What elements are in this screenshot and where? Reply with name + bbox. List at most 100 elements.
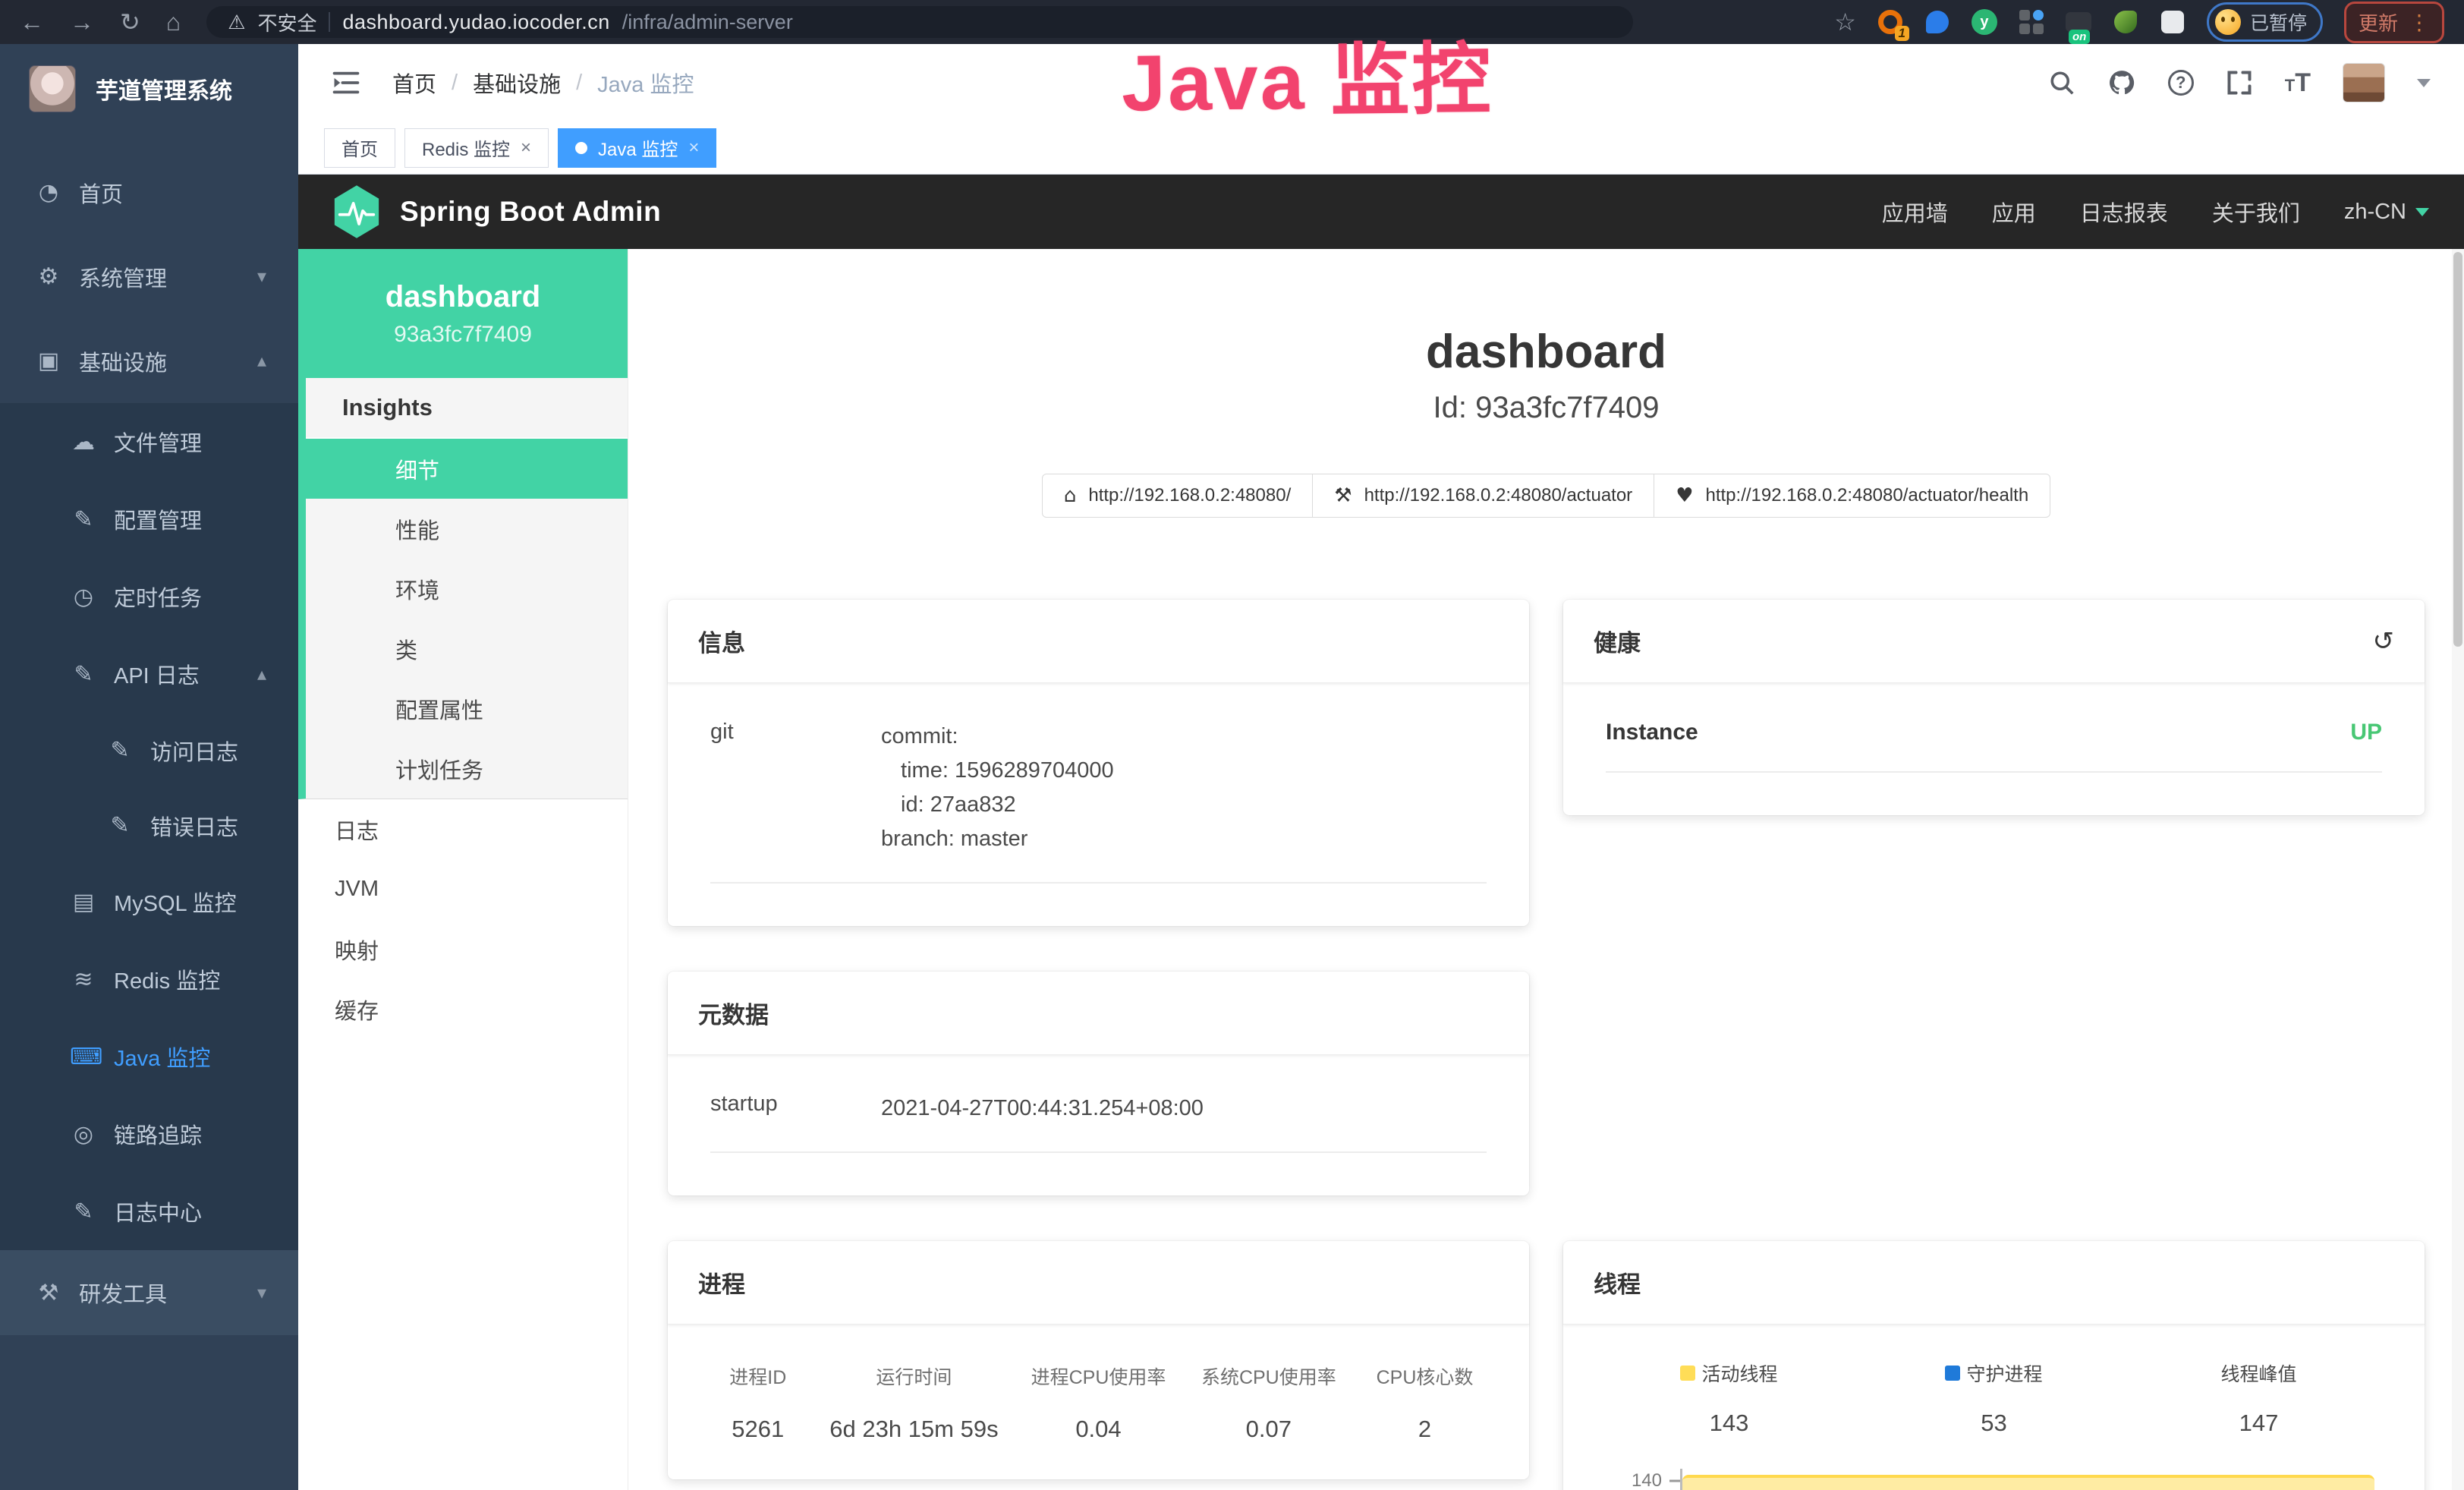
sidebar-item-config-mgmt[interactable]: 配置管理 xyxy=(0,480,298,558)
tab-redis-monitor[interactable]: Redis 监控× xyxy=(404,128,549,168)
active-dot xyxy=(575,142,587,154)
sidebar-item-tracing[interactable]: 链路追踪 xyxy=(0,1095,298,1173)
sba-nav-applications[interactable]: 应用 xyxy=(1992,196,2036,228)
sidebar-item-home[interactable]: 首页 xyxy=(0,150,298,235)
extension-switch-icon[interactable]: on xyxy=(2066,9,2091,35)
edit-icon xyxy=(70,506,97,533)
sba-item-jvm[interactable]: JVM xyxy=(298,859,628,919)
address-bar[interactable]: ⚠ 不安全 dashboard.yudao.iocoder.cn /infra/… xyxy=(206,6,1633,38)
divider xyxy=(329,12,330,32)
locale-selector[interactable]: zh-CN xyxy=(2344,200,2429,225)
info-card: 信息 git commit: time: 1596289704000 id: 2… xyxy=(668,600,1529,926)
sba-item-scheduled-tasks[interactable]: 计划任务 xyxy=(306,739,628,799)
font-size-icon[interactable]: TT xyxy=(2285,68,2311,98)
health-url-button[interactable]: http://192.168.0.2:48080/actuator/health xyxy=(1654,474,2050,518)
sidebar-item-infrastructure[interactable]: 基础设施▴ xyxy=(0,319,298,403)
sidebar-item-file-mgmt[interactable]: 文件管理 xyxy=(0,403,298,480)
info-key: git xyxy=(710,720,881,856)
sidebar-item-system[interactable]: 系统管理▾ xyxy=(0,235,298,319)
fullscreen-icon[interactable] xyxy=(2226,69,2253,96)
sidebar-item-error-logs[interactable]: 错误日志 xyxy=(0,788,298,863)
history-icon[interactable] xyxy=(2373,626,2395,657)
sidebar-item-api-logs[interactable]: API 日志▴ xyxy=(0,635,298,713)
profile-avatar-icon xyxy=(2215,9,2241,35)
sba-nav-wallboard[interactable]: 应用墙 xyxy=(1882,196,1948,228)
system-cpu: 0.07 xyxy=(1184,1416,1354,1443)
heartbeat-icon xyxy=(1676,484,1693,507)
sba-item-metrics[interactable]: 性能 xyxy=(306,499,628,559)
insights-section-title: Insights xyxy=(306,378,628,439)
back-icon[interactable]: ← xyxy=(20,8,44,36)
bookmark-star-icon[interactable]: ☆ xyxy=(1834,8,1856,36)
scrollbar-thumb[interactable] xyxy=(2453,252,2462,647)
toolbox-icon xyxy=(35,1280,62,1306)
sba-brand-title[interactable]: Spring Boot Admin xyxy=(400,196,661,228)
sidebar-item-dev-tools[interactable]: 研发工具▾ xyxy=(0,1250,298,1335)
github-icon[interactable] xyxy=(2107,68,2136,97)
tab-home[interactable]: 首页 xyxy=(324,128,395,168)
sba-item-logs[interactable]: 日志 xyxy=(298,799,628,859)
sba-nav-about[interactable]: 关于我们 xyxy=(2212,196,2300,228)
sba-item-details[interactable]: 细节 xyxy=(306,439,628,499)
sba-item-config-props[interactable]: 配置属性 xyxy=(306,679,628,739)
info-value: commit: time: 1596289704000 id: 27aa832 … xyxy=(881,720,1487,856)
reload-icon[interactable]: ↻ xyxy=(120,8,140,36)
cpu-cores: 2 xyxy=(1354,1416,1496,1443)
home-icon[interactable]: ⌂ xyxy=(166,8,181,36)
close-icon[interactable]: × xyxy=(688,139,699,157)
breadcrumb-home[interactable]: 首页 xyxy=(392,67,436,99)
close-icon[interactable]: × xyxy=(521,139,531,157)
security-label[interactable]: 不安全 xyxy=(257,8,316,36)
chevron-down-icon: ▾ xyxy=(257,266,266,288)
home-icon xyxy=(1064,484,1077,507)
actuator-url-button[interactable]: http://192.168.0.2:48080/actuator xyxy=(1313,474,1654,518)
instance-header[interactable]: dashboard 93a3fc7f7409 xyxy=(298,249,628,378)
log-icon xyxy=(106,812,134,839)
service-url-button[interactable]: http://192.168.0.2:48080/ xyxy=(1042,474,1313,518)
extension-puzzle-icon[interactable] xyxy=(2160,9,2186,35)
sba-item-mappings[interactable]: 映射 xyxy=(298,919,628,979)
sba-item-environment[interactable]: 环境 xyxy=(306,559,628,619)
extension-orange-icon[interactable]: 1 xyxy=(1877,9,1903,35)
extension-leaf-icon[interactable] xyxy=(2113,9,2138,35)
breadcrumb-infrastructure[interactable]: 基础设施 xyxy=(473,67,561,99)
forward-icon[interactable]: → xyxy=(70,8,94,36)
sba-item-caches[interactable]: 缓存 xyxy=(298,979,628,1039)
sba-item-classes[interactable]: 类 xyxy=(306,619,628,679)
column-header: 进程CPU使用率 xyxy=(1013,1362,1183,1390)
breadcrumb-current: Java 监控 xyxy=(597,67,694,99)
browser-menu-icon[interactable]: ⋮ xyxy=(2409,10,2430,35)
process-card-title: 进程 xyxy=(698,1265,745,1299)
y-axis-tick: 140 xyxy=(1597,1470,1662,1490)
breadcrumb: 首页 / 基础设施 / Java 监控 xyxy=(392,67,694,99)
sidebar-item-access-logs[interactable]: 访问日志 xyxy=(0,713,298,788)
sidebar-item-redis-monitor[interactable]: Redis 监控 xyxy=(0,940,298,1018)
sba-nav-journal[interactable]: 日志报表 xyxy=(2080,196,2168,228)
live-threads-value: 143 xyxy=(1597,1410,1861,1437)
browser-update-button[interactable]: 更新 ⋮ xyxy=(2344,2,2444,43)
user-avatar[interactable] xyxy=(2343,63,2385,102)
gauge-icon xyxy=(35,179,62,206)
table-row: Instance UP xyxy=(1606,720,2382,773)
app-logo-image xyxy=(29,65,76,112)
sidebar-item-log-center[interactable]: 日志中心 xyxy=(0,1173,298,1250)
tab-java-monitor[interactable]: Java 监控× xyxy=(558,128,716,168)
sidebar-item-java-monitor[interactable]: Java 监控 xyxy=(0,1018,298,1095)
hamburger-collapse-icon[interactable] xyxy=(332,70,360,96)
help-icon[interactable]: ? xyxy=(2168,70,2194,96)
profile-paused-chip[interactable]: 已暂停 xyxy=(2207,2,2323,42)
sba-logo-icon xyxy=(333,185,380,238)
extension-green-icon[interactable]: y xyxy=(1972,9,1997,35)
sidebar-item-mysql-monitor[interactable]: MySQL 监控 xyxy=(0,863,298,940)
extension-pin-icon[interactable] xyxy=(1924,9,1950,35)
infra-icon xyxy=(35,348,62,374)
search-icon[interactable] xyxy=(2048,69,2075,96)
process-table: 进程ID 运行时间 进程CPU使用率 系统CPU使用率 CPU核心数 5261 … xyxy=(701,1362,1496,1443)
scrollbar[interactable] xyxy=(2452,249,2464,1490)
sidebar-item-scheduled-jobs[interactable]: 定时任务 xyxy=(0,558,298,635)
extension-grid-icon[interactable] xyxy=(2019,9,2044,35)
app-logo-row[interactable]: 芋道管理系统 xyxy=(0,44,298,134)
column-header: CPU核心数 xyxy=(1354,1362,1496,1390)
threads-legend: 活动线程 守护进程 线程峰值 143 53 147 xyxy=(1597,1359,2391,1437)
user-menu-caret-icon[interactable] xyxy=(2417,79,2431,87)
